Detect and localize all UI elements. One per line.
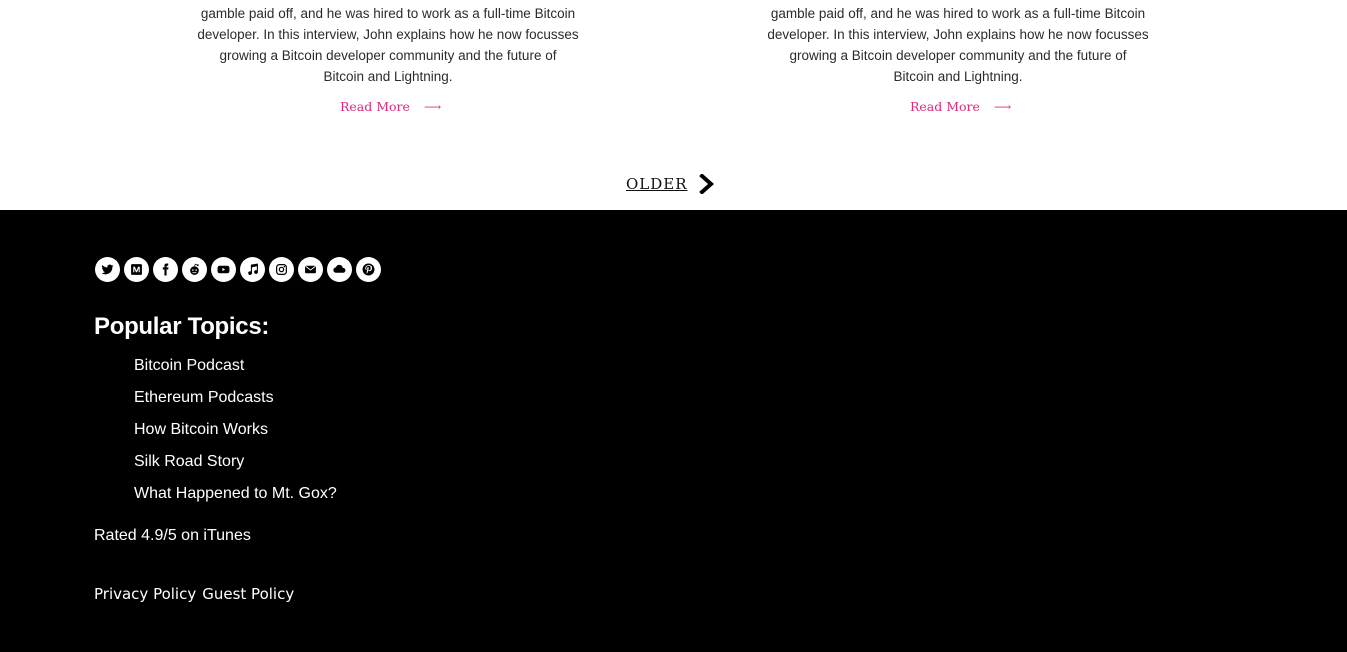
read-more-label: Read More xyxy=(910,99,980,114)
list-item: How Bitcoin Works xyxy=(134,419,337,451)
topic-link-silk-road-story[interactable]: Silk Road Story xyxy=(134,453,244,470)
guest-policy-link[interactable]: Guest Policy xyxy=(202,585,294,603)
excerpt-line: gamble paid off, and he was hired to wor… xyxy=(770,6,1146,21)
instagram-icon[interactable] xyxy=(269,257,294,282)
facebook-icon[interactable] xyxy=(153,257,178,282)
topic-link-ethereum-podcasts[interactable]: Ethereum Podcasts xyxy=(134,389,274,406)
read-more-label: Read More xyxy=(340,99,410,114)
arrow-right-icon: ⟶ xyxy=(423,99,442,114)
reddit-icon[interactable] xyxy=(182,257,207,282)
excerpt-line: growing a Bitcoin developer community an… xyxy=(219,48,557,63)
older-posts-link[interactable]: OLDER xyxy=(626,174,716,194)
email-icon[interactable] xyxy=(298,257,323,282)
privacy-policy-link[interactable]: Privacy Policy xyxy=(94,585,196,603)
older-label: OLDER xyxy=(626,175,688,193)
list-item: What Happened to Mt. Gox? xyxy=(134,483,337,515)
post-excerpt: gamble paid off, and he was hired to wor… xyxy=(178,3,598,87)
excerpt-line: developer. In this interview, John expla… xyxy=(197,27,579,42)
twitter-icon[interactable] xyxy=(95,257,120,282)
itunes-rating: Rated 4.9/5 on iTunes xyxy=(94,527,251,544)
medium-icon[interactable] xyxy=(124,257,149,282)
excerpt-line: gamble paid off, and he was hired to wor… xyxy=(200,6,576,21)
chevron-right-icon xyxy=(698,174,714,194)
cloud-icon[interactable] xyxy=(327,257,352,282)
excerpt-line: Bitcoin and Lightning. xyxy=(893,69,1023,84)
youtube-icon[interactable] xyxy=(211,257,236,282)
topic-link-bitcoin-podcast[interactable]: Bitcoin Podcast xyxy=(134,357,244,374)
excerpt-line: developer. In this interview, John expla… xyxy=(767,27,1149,42)
popular-topics-list: Bitcoin Podcast Ethereum Podcasts How Bi… xyxy=(134,355,337,515)
social-links xyxy=(95,257,381,282)
site-footer: Popular Topics: Bitcoin Podcast Ethereum… xyxy=(0,210,1347,652)
topic-link-how-bitcoin-works[interactable]: How Bitcoin Works xyxy=(134,421,268,438)
excerpt-line: Bitcoin and Lightning. xyxy=(323,69,453,84)
list-item: Silk Road Story xyxy=(134,451,337,483)
policy-links: Privacy Policy Guest Policy xyxy=(94,585,294,603)
topic-link-mt-gox[interactable]: What Happened to Mt. Gox? xyxy=(134,485,337,502)
post-excerpt: gamble paid off, and he was hired to wor… xyxy=(748,3,1168,87)
music-icon[interactable] xyxy=(240,257,265,282)
excerpt-line: growing a Bitcoin developer community an… xyxy=(789,48,1127,63)
posts-section: gamble paid off, and he was hired to wor… xyxy=(0,0,1347,210)
arrow-right-icon: ⟶ xyxy=(993,99,1012,114)
list-item: Bitcoin Podcast xyxy=(134,355,337,387)
popular-topics-heading: Popular Topics: xyxy=(94,313,270,340)
pinterest-icon[interactable] xyxy=(356,257,381,282)
read-more-link[interactable]: Read More ⟶ xyxy=(910,99,1011,114)
read-more-link[interactable]: Read More ⟶ xyxy=(340,99,441,114)
list-item: Ethereum Podcasts xyxy=(134,387,337,419)
